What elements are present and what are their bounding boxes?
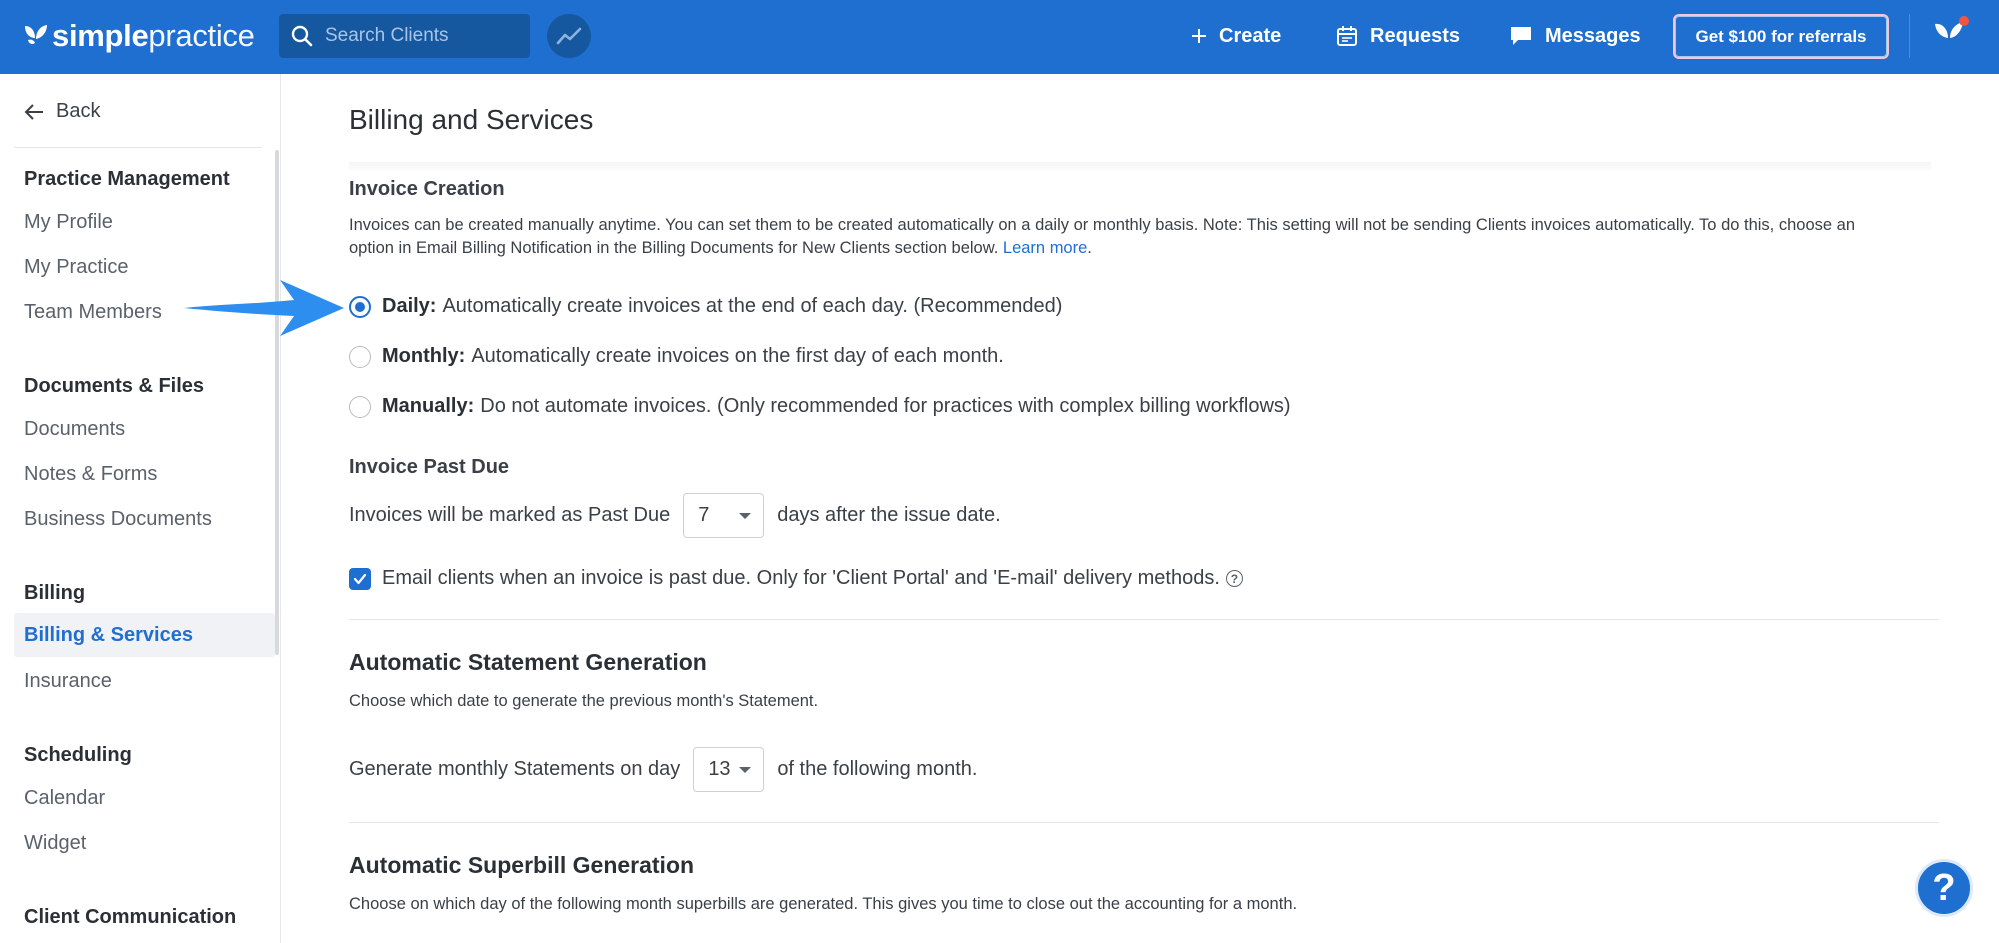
logo-text-light: practice	[148, 18, 255, 53]
radio-monthly[interactable]	[349, 345, 371, 368]
option-daily-title: Daily:	[382, 295, 437, 317]
invoice-creation-label: Invoice Creation	[349, 178, 505, 200]
sidebar-item-business-documents[interactable]: Business Documents	[24, 508, 212, 531]
back-link[interactable]: Back	[24, 100, 100, 123]
statement-day-value: 13	[708, 758, 731, 780]
statement-day-suffix: of the following month.	[777, 758, 978, 780]
messages-label: Messages	[1545, 24, 1641, 47]
sidebar-item-documents[interactable]: Documents	[24, 418, 125, 441]
sidebar-item-my-practice[interactable]: My Practice	[24, 256, 128, 279]
chevron-down-icon	[739, 512, 752, 519]
group-title-client-communication: Client Communication	[24, 906, 237, 928]
analytics-button[interactable]	[547, 14, 591, 58]
option-manually-title: Manually:	[382, 395, 475, 417]
group-title-billing: Billing	[24, 582, 86, 604]
email-past-due-checkbox[interactable]	[349, 567, 371, 590]
create-button[interactable]: Create	[1191, 18, 1281, 54]
settings-sidebar: Back Practice Management My Profile My P…	[0, 74, 281, 943]
sidebar-item-calendar[interactable]: Calendar	[24, 787, 105, 810]
trend-line-icon	[556, 27, 582, 45]
simplepractice-logo[interactable]: simple practice	[22, 16, 255, 56]
option-manually-text: Do not automate invoices. (Only recommen…	[480, 395, 1291, 417]
invoice-option-monthly[interactable]: Monthly: Automatically create invoices o…	[349, 345, 1004, 368]
arrow-left-icon	[24, 103, 43, 120]
billing-services-page: Billing and Services Invoice Creation In…	[282, 74, 1999, 943]
section-divider	[349, 619, 1939, 620]
learn-more-link[interactable]: Learn more	[1003, 239, 1087, 257]
past-due-suffix: days after the issue date.	[777, 504, 1001, 526]
sidebar-item-insurance[interactable]: Insurance	[24, 670, 112, 693]
option-monthly-title: Monthly:	[382, 345, 466, 367]
group-title-documents-files: Documents & Files	[24, 375, 205, 397]
chevron-down-icon	[739, 766, 752, 773]
past-due-days-value: 7	[698, 504, 710, 526]
notification-dot	[1959, 16, 1969, 26]
header-shadow	[349, 162, 1931, 172]
sidebar-divider	[14, 147, 262, 148]
statement-generation-heading: Automatic Statement Generation	[349, 649, 707, 675]
radio-manually[interactable]	[349, 395, 371, 418]
notifications-button[interactable]	[1933, 16, 1969, 52]
create-label: Create	[1219, 24, 1282, 47]
question-info-icon[interactable]: ?	[1225, 570, 1243, 587]
search-clients-box[interactable]	[279, 14, 530, 58]
messages-button[interactable]: Messages	[1509, 18, 1641, 54]
search-icon	[291, 25, 313, 47]
plus-icon	[1192, 29, 1206, 43]
invoice-creation-description-text: Invoices can be created manually anytime…	[349, 216, 1855, 257]
superbill-generation-heading: Automatic Superbill Generation	[349, 852, 695, 878]
sidebar-item-my-profile[interactable]: My Profile	[24, 211, 113, 234]
radio-daily[interactable]	[349, 295, 371, 318]
email-past-due-row[interactable]: Email clients when an invoice is past du…	[349, 567, 1243, 590]
sidebar-item-notes-forms[interactable]: Notes & Forms	[24, 463, 157, 486]
chat-bubble-icon	[1511, 27, 1531, 45]
sidebar-item-widget[interactable]: Widget	[24, 832, 86, 855]
invoice-past-due-label: Invoice Past Due	[349, 456, 510, 478]
search-clients-input[interactable]	[325, 25, 515, 47]
sidebar-scrollbar[interactable]	[275, 150, 279, 655]
invoice-option-manually[interactable]: Manually: Do not automate invoices. (Onl…	[349, 395, 1291, 418]
requests-label: Requests	[1370, 24, 1461, 47]
calendar-icon	[1337, 26, 1357, 46]
option-daily-text: Automatically create invoices at the end…	[442, 295, 1063, 317]
butterfly-logo-icon	[25, 25, 47, 44]
back-label: Back	[56, 100, 101, 122]
past-due-prefix: Invoices will be marked as Past Due	[349, 504, 671, 526]
checkmark-icon	[353, 573, 367, 584]
statement-day-prefix: Generate monthly Statements on day	[349, 758, 681, 780]
help-button[interactable]: ?	[1915, 859, 1973, 917]
logo-text-bold: simple	[52, 18, 149, 53]
page-title: Billing and Services	[349, 104, 594, 135]
past-due-days-select[interactable]: 7	[683, 493, 765, 538]
requests-button[interactable]: Requests	[1336, 18, 1460, 54]
superbill-generation-description: Choose on which day of the following mon…	[349, 895, 1298, 913]
header-divider	[1909, 14, 1910, 58]
option-monthly-text: Automatically create invoices on the fir…	[471, 345, 1004, 367]
group-title-scheduling: Scheduling	[24, 744, 132, 766]
statement-day-row: Generate monthly Statements on day 13 of…	[349, 747, 977, 792]
sidebar-item-billing-services[interactable]: Billing & Services	[24, 624, 193, 647]
invoice-option-daily[interactable]: Daily: Automatically create invoices at …	[349, 295, 1062, 318]
statement-day-select[interactable]: 13	[693, 747, 765, 792]
email-past-due-label: Email clients when an invoice is past du…	[382, 567, 1220, 589]
sidebar-item-team-members[interactable]: Team Members	[24, 301, 162, 324]
section-divider	[349, 822, 1939, 823]
statement-generation-description: Choose which date to generate the previo…	[349, 692, 819, 710]
top-navigation-bar: simplepractice Create Requests	[0, 0, 1999, 74]
annotation-arrow-icon	[184, 280, 344, 336]
past-due-row: Invoices will be marked as Past Due 7 da…	[349, 493, 1001, 538]
invoice-creation-description: Invoices can be created manually anytime…	[349, 216, 1855, 257]
group-title-practice-management: Practice Management	[24, 168, 230, 190]
referral-button[interactable]: Get $100 for referrals	[1673, 14, 1889, 59]
